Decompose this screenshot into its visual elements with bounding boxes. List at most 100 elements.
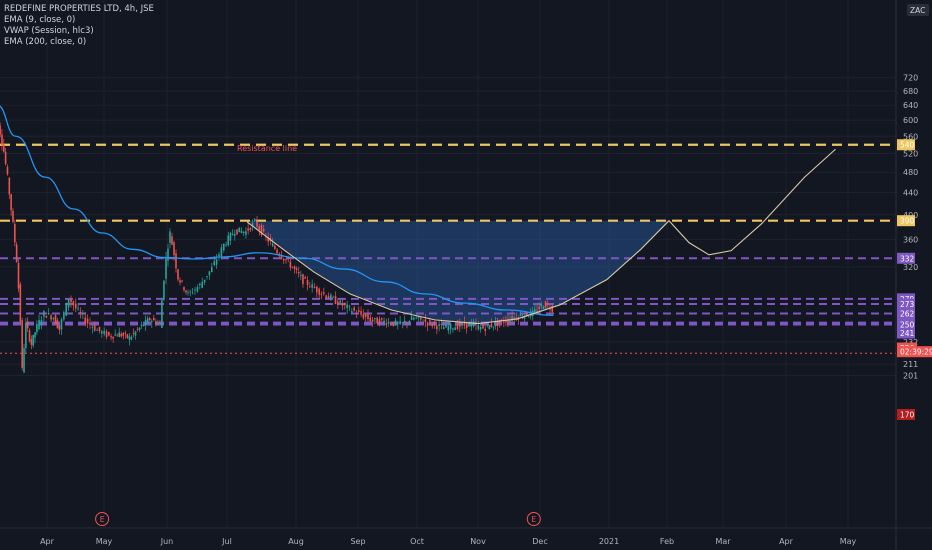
candle-body — [436, 326, 438, 330]
candle-body — [152, 317, 155, 321]
candle-body — [199, 283, 201, 286]
annotation-text[interactable]: Resistance line — [237, 144, 297, 153]
legend: REDEFINE PROPERTIES LTD, 4h, JSE EMA (9,… — [4, 4, 154, 48]
candle-body — [540, 304, 543, 307]
candle-body — [114, 334, 116, 336]
candle-body — [254, 219, 256, 222]
symbol-title[interactable]: REDEFINE PROPERTIES LTD, 4h, JSE — [4, 4, 154, 15]
candle-body — [234, 233, 236, 236]
candle-body — [433, 321, 436, 325]
resistance-badge-text: 390 — [900, 217, 915, 226]
x-tick-label: Jul — [221, 537, 232, 546]
candle-body — [306, 279, 309, 286]
candle-body — [318, 288, 320, 295]
candle-body — [385, 323, 388, 325]
candle-body — [0, 125, 1, 135]
candle-body — [40, 320, 43, 326]
candle-body — [486, 324, 489, 326]
candle-body — [110, 336, 112, 338]
candle-body — [302, 274, 304, 285]
candle-body — [376, 317, 378, 324]
last-low-badge-text: 170 — [900, 411, 915, 420]
candle-body — [52, 318, 55, 320]
candle-body — [323, 292, 325, 294]
candle-body — [220, 247, 223, 257]
candle-body — [494, 321, 497, 327]
x-tick-label: Oct — [410, 537, 424, 546]
candle-body — [47, 313, 50, 315]
candle-body — [128, 336, 131, 340]
candle-body — [406, 322, 408, 324]
candle-body — [15, 244, 18, 263]
candle-body — [452, 328, 454, 330]
last-value-badge-text: 241 — [900, 329, 915, 338]
x-tick-label: Jun — [160, 537, 174, 546]
candle-body — [211, 267, 213, 273]
candle-body — [236, 229, 238, 235]
candle-body — [144, 319, 147, 326]
candle-body — [225, 244, 227, 246]
candle-body — [309, 286, 311, 288]
candle-body — [86, 318, 89, 324]
candle-body — [492, 326, 495, 328]
candle-body — [348, 305, 351, 307]
x-tick-label: Apr — [40, 537, 55, 546]
candle-body — [429, 320, 431, 322]
candle-body — [332, 296, 334, 298]
x-tick-label: Aug — [288, 537, 304, 546]
support-badge-text: 273 — [900, 300, 915, 309]
candle-body — [161, 300, 163, 329]
candle-body — [355, 313, 358, 315]
candle-body — [285, 259, 287, 261]
countdown-badge-text: 02:39:29 — [900, 348, 932, 357]
candle-body — [397, 322, 399, 324]
candle-body — [300, 274, 302, 276]
candle-body — [124, 332, 127, 334]
candle-body — [191, 292, 194, 294]
candle-body — [542, 306, 545, 309]
candle-body — [4, 151, 7, 164]
candle-body — [419, 317, 422, 320]
candle-body — [130, 336, 133, 340]
candle-body — [30, 339, 33, 345]
y-tick-label: 201 — [903, 371, 918, 380]
candle-body — [238, 227, 241, 233]
candle-body — [484, 328, 487, 331]
chart-root: REDEFINE PROPERTIES LTD, 4h, JSE EMA (9,… — [0, 0, 932, 550]
candle-body — [503, 321, 505, 323]
candle-body — [56, 320, 59, 329]
indicator-vwap[interactable]: VWAP (Session, hlc3) — [4, 26, 154, 37]
candle-body — [229, 233, 232, 241]
candle-body — [364, 314, 367, 317]
candle-body — [165, 257, 167, 279]
candle-body — [447, 326, 450, 331]
candle-body — [223, 243, 225, 251]
indicator-ema200[interactable]: EMA (200, close, 0) — [4, 37, 154, 48]
candle-body — [173, 242, 175, 256]
candle-body — [367, 314, 369, 320]
candle-body — [390, 324, 392, 325]
candle-body — [155, 321, 157, 325]
candle-body — [50, 315, 52, 320]
x-tick-label: May — [840, 537, 857, 546]
price-chart[interactable]: Resistance lineE E 7206806406005605204804… — [0, 0, 932, 550]
candle-body — [17, 262, 20, 289]
candle-body — [456, 323, 459, 330]
candle-body — [74, 303, 77, 309]
y-tick-label: 680 — [903, 87, 918, 96]
candle-body — [183, 287, 185, 291]
candle-body — [196, 286, 199, 292]
candle-body — [470, 323, 473, 327]
candle-body — [8, 177, 11, 195]
candle-body — [369, 317, 372, 322]
candle-body — [194, 289, 196, 291]
indicator-ema9[interactable]: EMA (9, close, 0) — [4, 15, 154, 26]
candle-body — [374, 317, 376, 320]
candle-body — [293, 266, 296, 269]
candle-body — [490, 323, 493, 328]
candle-body — [276, 249, 278, 254]
candle-body — [544, 301, 547, 308]
candle-body — [54, 315, 57, 324]
support-badge-text: 332 — [900, 254, 915, 263]
candle-body — [187, 292, 189, 294]
